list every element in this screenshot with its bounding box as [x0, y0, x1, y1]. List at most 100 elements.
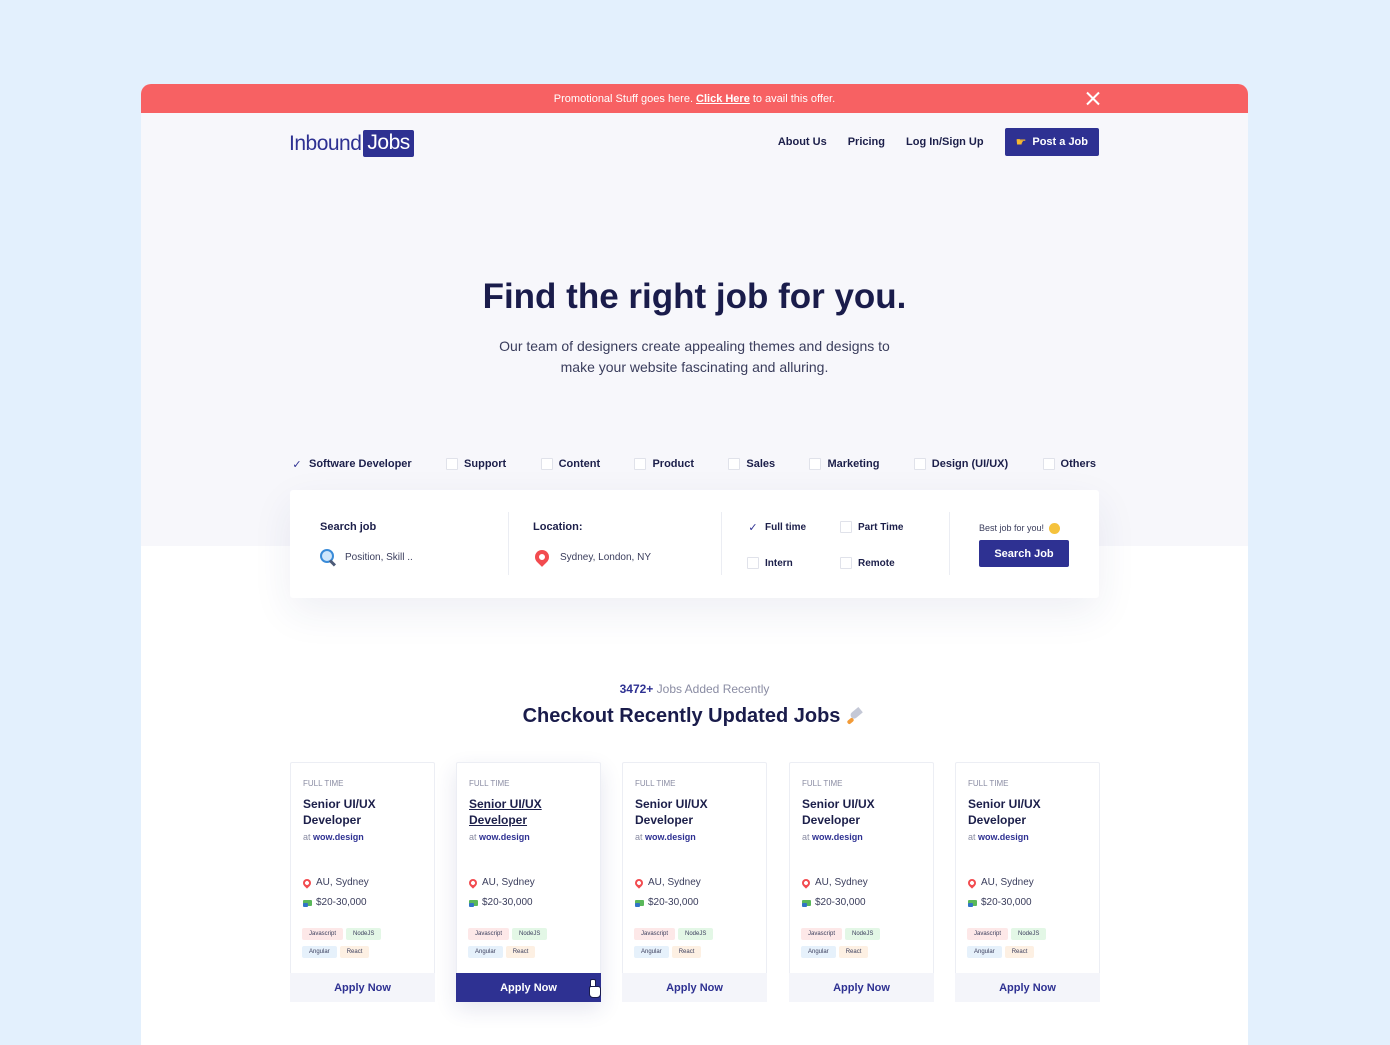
location-pin-icon [633, 876, 645, 889]
job-salary: $20-30,000 [469, 897, 533, 908]
category-support[interactable]: Support [446, 458, 506, 470]
type-remote[interactable]: Remote [840, 557, 895, 569]
job-card[interactable]: FULL TIME Senior UI/UX Developer at wow.… [456, 762, 601, 1002]
type-label: Full time [765, 521, 807, 533]
tag: Angular [967, 946, 1002, 958]
job-card[interactable]: FULL TIME Senior UI/UX Developer at wow.… [789, 762, 934, 1002]
job-salary: $20-30,000 [635, 897, 699, 908]
apply-now-button[interactable]: Apply Now [789, 973, 934, 1002]
checkbox-icon [747, 557, 759, 569]
job-title[interactable]: Senior UI/UX Developer [802, 796, 922, 828]
nav-login-signup[interactable]: Log In/Sign Up [906, 136, 984, 148]
job-company-prefix: at [635, 832, 643, 842]
search-input[interactable]: Position, Skill .. [319, 548, 413, 566]
job-salary: $20-30,000 [968, 897, 1032, 908]
location-pin-icon [467, 876, 479, 889]
job-location: AU, Sydney [467, 876, 535, 889]
apply-now-button[interactable]: Apply Now [622, 973, 767, 1002]
promo-link[interactable]: Click Here [696, 93, 750, 105]
search-placeholder: Position, Skill .. [345, 551, 413, 563]
recent-jobs-title: Checkout Recently Updated Jobs [141, 705, 1248, 728]
checkbox-icon [840, 557, 852, 569]
job-salary: $20-30,000 [802, 897, 866, 908]
checkbox-icon [446, 458, 459, 470]
job-type: FULL TIME [469, 779, 510, 788]
company-link[interactable]: wow.design [812, 832, 863, 842]
job-salary-text: $20-30,000 [316, 897, 367, 908]
job-title[interactable]: Senior UI/UX Developer [469, 796, 589, 828]
company-link[interactable]: wow.design [645, 832, 696, 842]
job-card[interactable]: FULL TIME Senior UI/UX Developer at wow.… [955, 762, 1100, 1002]
job-card[interactable]: FULL TIME Senior UI/UX Developer at wow.… [622, 762, 767, 1002]
job-salary-text: $20-30,000 [482, 897, 533, 908]
checkbox-icon [728, 458, 741, 470]
job-location-text: AU, Sydney [316, 877, 369, 888]
category-product[interactable]: Product [634, 458, 694, 470]
apply-now-button[interactable]: Apply Now [955, 973, 1100, 1002]
job-salary: $20-30,000 [303, 897, 367, 908]
company-link[interactable]: wow.design [479, 832, 530, 842]
job-tags: Javascript NodeJS Angular React [302, 928, 422, 964]
type-intern[interactable]: Intern [747, 557, 793, 569]
type-full-time[interactable]: ✓ Full time [747, 521, 807, 534]
category-label: Sales [746, 458, 776, 470]
pointing-hand-icon: ☛ [1015, 135, 1027, 149]
divider [949, 512, 950, 575]
job-tags: Javascript NodeJS Angular React [468, 928, 588, 964]
category-content[interactable]: Content [540, 458, 600, 470]
tag: Angular [634, 946, 669, 958]
category-label: Others [1060, 458, 1096, 470]
job-location: AU, Sydney [800, 876, 868, 889]
logo-text-inbound: Inbound [289, 131, 362, 155]
checkmark-icon: ✓ [292, 458, 302, 471]
job-location: AU, Sydney [301, 876, 369, 889]
post-job-button[interactable]: ☛ Post a Job [1004, 128, 1099, 156]
apply-now-button[interactable]: Apply Now [456, 973, 601, 1002]
job-title[interactable]: Senior UI/UX Developer [303, 796, 423, 828]
search-panel: Search job Position, Skill .. Location: … [290, 490, 1099, 598]
category-design[interactable]: Design (UI/UX) [913, 458, 1008, 470]
job-title[interactable]: Senior UI/UX Developer [968, 796, 1088, 828]
search-job-button[interactable]: Search Job [979, 540, 1069, 567]
job-type: FULL TIME [635, 779, 676, 788]
location-input[interactable]: Sydney, London, NY [532, 547, 651, 567]
apply-now-button[interactable]: Apply Now [290, 973, 435, 1002]
job-type: FULL TIME [968, 779, 1009, 788]
company-link[interactable]: wow.design [978, 832, 1029, 842]
tag: Javascript [302, 928, 344, 940]
category-label: Marketing [827, 458, 880, 470]
money-icon [635, 899, 644, 907]
tag: Angular [302, 946, 337, 958]
nav-pricing[interactable]: Pricing [848, 136, 885, 148]
checkmark-icon: ✓ [748, 521, 758, 534]
job-title[interactable]: Senior UI/UX Developer [635, 796, 755, 828]
job-location-text: AU, Sydney [815, 877, 868, 888]
location-pin-icon [532, 547, 552, 567]
logo[interactable]: Inbound Jobs [289, 130, 414, 157]
job-card[interactable]: FULL TIME Senior UI/UX Developer at wow.… [290, 762, 435, 1002]
category-software-developer[interactable]: ✓ Software Developer [291, 458, 411, 471]
checkbox-icon [634, 458, 647, 470]
job-company: at wow.design [968, 832, 1029, 842]
hero-background [141, 113, 1248, 546]
money-icon [469, 899, 478, 907]
type-label: Part Time [858, 521, 904, 533]
tag: NodeJS [512, 928, 548, 940]
job-company-prefix: at [469, 832, 477, 842]
job-company: at wow.design [802, 832, 863, 842]
tag: React [838, 946, 869, 958]
checkbox-icon [809, 458, 822, 470]
category-others[interactable]: Others [1042, 458, 1096, 470]
promo-text: Promotional Stuff goes here. [553, 92, 694, 105]
page-frame: Promotional Stuff goes here. Click Here … [141, 84, 1248, 1045]
tag: NodeJS [845, 928, 881, 940]
type-part-time[interactable]: Part Time [840, 521, 903, 533]
tag: NodeJS [346, 928, 382, 940]
company-link[interactable]: wow.design [313, 832, 364, 842]
category-marketing[interactable]: Marketing [809, 458, 879, 470]
category-label: Support [464, 458, 507, 470]
close-icon[interactable] [1085, 91, 1100, 106]
job-tags: Javascript NodeJS Angular React [634, 928, 754, 964]
nav-about-us[interactable]: About Us [778, 136, 827, 148]
category-sales[interactable]: Sales [728, 458, 775, 470]
